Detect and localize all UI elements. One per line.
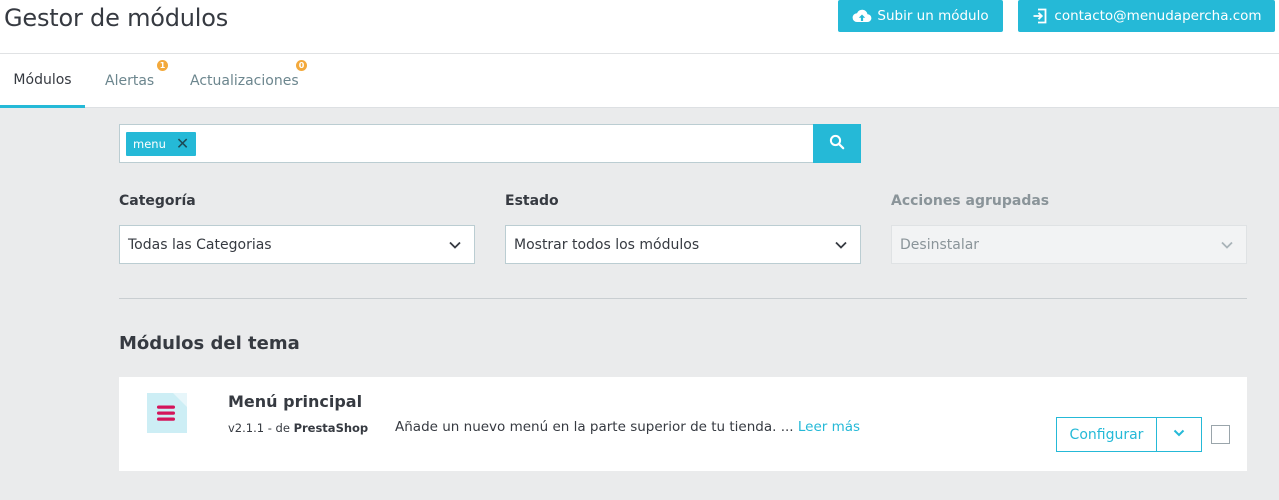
remove-tag-icon[interactable]: ✕ bbox=[176, 136, 189, 152]
module-author: PrestaShop bbox=[293, 421, 369, 435]
upload-module-label: Subir un módulo bbox=[877, 8, 989, 24]
category-select[interactable]: Todas las Categorias bbox=[119, 225, 475, 264]
module-card: Menú principal v2.1.1 - de PrestaShop Añ… bbox=[119, 377, 1247, 471]
bulk-actions-select: Desinstalar bbox=[891, 225, 1247, 264]
tab-modules[interactable]: Módulos bbox=[0, 54, 85, 108]
module-actions-dropdown-button[interactable] bbox=[1156, 417, 1202, 452]
tab-alerts[interactable]: Alertas bbox=[105, 54, 154, 108]
status-select[interactable]: Mostrar todos los módulos bbox=[505, 225, 861, 264]
cloud-upload-icon bbox=[852, 8, 872, 24]
updates-count-badge: 0 bbox=[296, 60, 307, 71]
section-divider bbox=[119, 298, 1247, 299]
tab-bar: Módulos Alertas Actualizaciones bbox=[0, 54, 1279, 108]
module-search-input[interactable]: menu ✕ bbox=[119, 124, 814, 163]
account-email: contacto@menudapercha.com bbox=[1054, 8, 1262, 24]
status-filter-label: Estado bbox=[505, 193, 559, 209]
page-title: Gestor de módulos bbox=[4, 4, 229, 32]
section-title: Módulos del tema bbox=[119, 333, 300, 354]
search-icon bbox=[829, 134, 845, 154]
page-header: Gestor de módulos Subir un módulo contac… bbox=[0, 0, 1279, 54]
category-select-value: Todas las Categorias bbox=[128, 236, 272, 253]
chevron-down-icon bbox=[448, 238, 462, 256]
module-select-checkbox[interactable] bbox=[1211, 425, 1230, 444]
module-description-text: Añade un nuevo menú en la parte superior… bbox=[395, 419, 794, 435]
read-more-link[interactable]: Leer más bbox=[798, 419, 860, 435]
status-select-value: Mostrar todos los módulos bbox=[514, 236, 700, 253]
category-filter-label: Categoría bbox=[119, 193, 196, 209]
module-logo bbox=[147, 393, 187, 433]
search-button[interactable] bbox=[813, 124, 861, 163]
bulk-actions-label: Acciones agrupadas bbox=[891, 193, 1050, 209]
search-tag: menu ✕ bbox=[126, 132, 197, 156]
chevron-down-icon bbox=[1172, 425, 1186, 444]
alerts-count-badge: 1 bbox=[157, 60, 168, 71]
upload-module-button[interactable]: Subir un módulo bbox=[838, 0, 1003, 32]
account-button[interactable]: contacto@menudapercha.com bbox=[1018, 0, 1275, 32]
module-version: v2.1.1 - de PrestaShop bbox=[228, 421, 368, 435]
login-icon bbox=[1031, 7, 1049, 25]
chevron-down-icon bbox=[1220, 238, 1234, 256]
search-tag-label: menu bbox=[133, 137, 166, 151]
module-name: Menú principal bbox=[228, 392, 363, 411]
module-version-text: v2.1.1 - de bbox=[228, 421, 290, 435]
module-description: Añade un nuevo menú en la parte superior… bbox=[395, 419, 860, 435]
bulk-actions-value: Desinstalar bbox=[900, 236, 980, 253]
configure-button[interactable]: Configurar bbox=[1056, 417, 1157, 452]
chevron-down-icon bbox=[834, 238, 848, 256]
tab-updates[interactable]: Actualizaciones bbox=[190, 54, 299, 108]
